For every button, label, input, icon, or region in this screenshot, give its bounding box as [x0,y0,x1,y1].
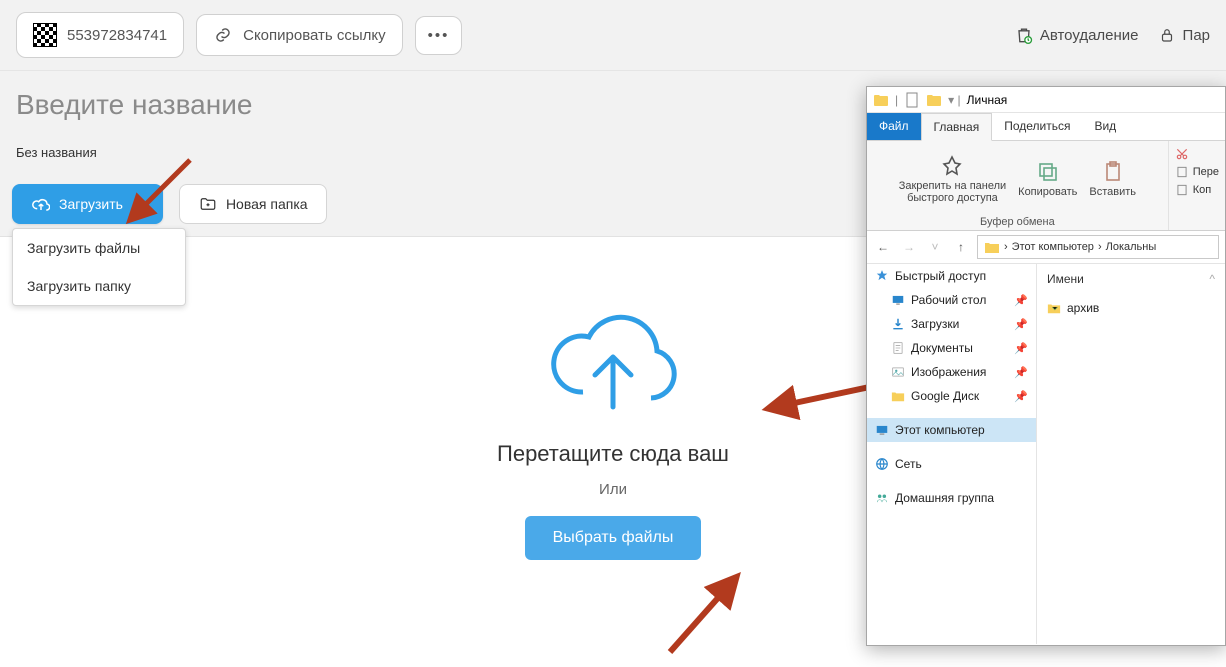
tree-pictures[interactable]: Изображения📌 [867,360,1036,384]
tree-downloads[interactable]: Загрузки📌 [867,312,1036,336]
explorer-window: | ▾ | Личная Файл Главная Поделиться Вид… [866,86,1226,646]
pin-icon: 📌 [1014,390,1028,403]
path-box[interactable]: › Этот компьютер › Локальны [977,235,1219,259]
qr-icon [33,23,57,47]
ribbon-pin[interactable]: Закрепить на панели быстрого доступа [899,154,1006,204]
pin-icon: 📌 [1014,294,1028,307]
nav-fwd[interactable]: → [899,240,919,254]
ribbon: Закрепить на панели быстрого доступа Коп… [867,141,1225,231]
more-button[interactable]: ••• [415,16,463,55]
trash-clock-icon [1014,25,1034,45]
nav-recent[interactable]: ˅ [925,240,945,254]
header-bar: 553972834741 Скопировать ссылку ••• Авто… [0,0,1226,71]
link-icon [213,25,233,45]
file-archive[interactable]: архив [1045,298,1217,318]
autodelete-button[interactable]: Автоудаление [1014,25,1139,45]
tree-thispc[interactable]: Этот компьютер [867,418,1036,442]
cloud-upload-icon [543,297,683,417]
dots-icon: ••• [428,27,450,44]
tree-network[interactable]: Сеть [867,452,1036,476]
pin-icon: 📌 [1014,342,1028,355]
nav-back[interactable]: ← [873,240,893,254]
tab-file[interactable]: Файл [867,113,921,140]
tree-gdrive[interactable]: Google Диск📌 [867,384,1036,408]
path-seg[interactable]: Локальны [1106,241,1157,253]
ribbon-side-copy[interactable]: Коп [1175,183,1219,197]
tree-documents[interactable]: Документы📌 [867,336,1036,360]
ribbon-side-paste[interactable]: Пере [1175,165,1219,179]
folder-icon [873,92,889,108]
chevron-down-icon [134,201,144,207]
upload-button[interactable]: Загрузить [12,184,163,224]
ribbon-cut[interactable] [1175,147,1219,161]
autodelete-label: Автоудаление [1040,27,1139,44]
tab-view[interactable]: Вид [1082,113,1128,140]
nav-up[interactable]: ↑ [951,240,971,254]
share-code-pill[interactable]: 553972834741 [16,12,184,58]
explorer-titlebar[interactable]: | ▾ | Личная [867,87,1225,113]
new-folder-button[interactable]: Новая папка [179,184,327,224]
folder-icon [984,239,1000,255]
tree-desktop[interactable]: Рабочий стол📌 [867,288,1036,312]
folder-plus-icon [198,194,218,214]
upload-files-item[interactable]: Загрузить файлы [13,229,185,267]
password-button[interactable]: Пар [1157,25,1210,45]
explorer-content[interactable]: Имени ^ архив [1037,264,1225,644]
new-folder-label: Новая папка [226,196,308,212]
copy-link-button[interactable]: Скопировать ссылку [196,14,403,56]
ribbon-group-label: Буфер обмена [980,213,1055,228]
upload-label: Загрузить [59,196,123,212]
doc-icon [904,92,920,108]
ribbon-paste[interactable]: Вставить [1089,160,1136,198]
path-root[interactable]: Этот компьютер [1012,241,1094,253]
folder-icon [926,92,942,108]
choose-files-button[interactable]: Выбрать файлы [525,516,702,560]
copy-link-label: Скопировать ссылку [243,27,386,44]
explorer-tabs: Файл Главная Поделиться Вид [867,113,1225,141]
explorer-path: ← → ˅ ↑ › Этот компьютер › Локальны [867,231,1225,264]
ribbon-copy[interactable]: Копировать [1018,160,1077,198]
lock-icon [1157,25,1177,45]
cloud-up-icon [31,194,51,214]
password-label: Пар [1183,27,1210,44]
upload-folder-item[interactable]: Загрузить папку [13,267,185,305]
pin-icon: 📌 [1014,318,1028,331]
explorer-title: Личная [967,93,1008,107]
tab-main[interactable]: Главная [921,113,993,141]
share-code: 553972834741 [67,27,167,44]
tree-homegroup[interactable]: Домашняя группа [867,486,1036,510]
ribbon-side: Пере Коп [1169,141,1225,230]
tree-quick-access[interactable]: Быстрый доступ [867,264,1036,288]
tab-share[interactable]: Поделиться [992,113,1082,140]
upload-dropdown: Загрузить файлы Загрузить папку [12,228,186,306]
arrow-annotation [560,582,760,667]
pin-icon: 📌 [1014,366,1028,379]
explorer-tree: Быстрый доступ Рабочий стол📌 Загрузки📌 Д… [867,264,1037,644]
